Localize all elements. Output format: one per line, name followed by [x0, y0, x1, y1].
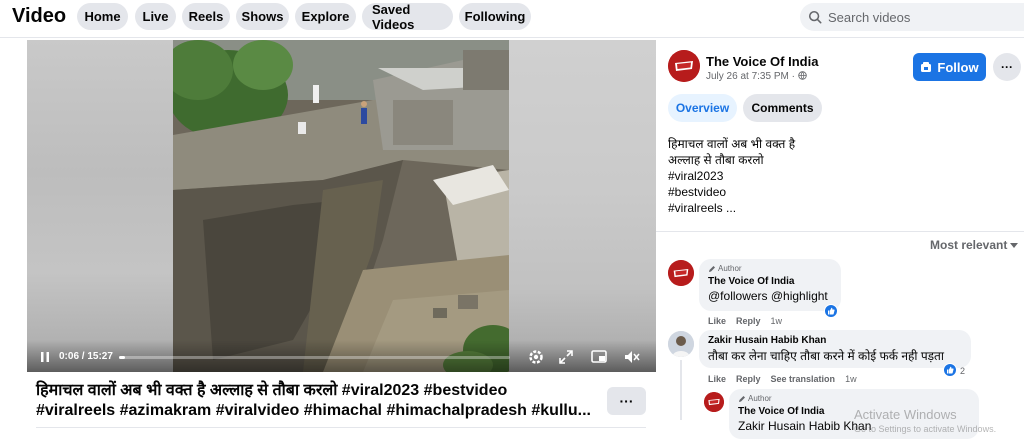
- time-display: 0:06 / 15:27: [59, 351, 113, 362]
- follow-button[interactable]: Follow: [913, 53, 986, 81]
- avatar[interactable]: [668, 260, 694, 286]
- reply-thread-line: [680, 360, 682, 420]
- comment-text: @followers @highlight: [708, 289, 828, 303]
- follow-page-icon: [921, 62, 932, 72]
- comment-bubble: Zakir Husain Habib Khan तौबा कर लेना चाह…: [699, 330, 971, 368]
- search-placeholder: Search videos: [828, 9, 911, 25]
- mute-volume-icon[interactable]: [623, 348, 641, 366]
- comment-author[interactable]: Zakir Husain Habib Khan: [708, 335, 962, 346]
- author-tag-label: Author: [748, 394, 772, 403]
- hashtag-link[interactable]: #bestvideo: [668, 184, 795, 200]
- avatar[interactable]: [668, 331, 694, 357]
- nav-shows[interactable]: Shows: [236, 3, 289, 30]
- comment-time[interactable]: 1w: [845, 374, 857, 384]
- author-tag: Author: [738, 394, 970, 403]
- globe-icon: [797, 71, 807, 80]
- progress-fill: [119, 356, 125, 359]
- tab-overview[interactable]: Overview: [668, 94, 737, 122]
- post-options-button[interactable]: ···: [993, 53, 1021, 81]
- thumbs-up-icon: [947, 366, 954, 374]
- nav-reels[interactable]: Reels: [182, 3, 230, 30]
- page-avatar[interactable]: [668, 50, 700, 82]
- tab-comments[interactable]: Comments: [743, 94, 822, 122]
- description-line: हिमाचल वालों अब भी वक्त है: [668, 137, 796, 151]
- comment-time[interactable]: 1w: [771, 316, 783, 326]
- fullscreen-expand-icon[interactable]: [557, 348, 575, 366]
- pencil-icon: [709, 265, 715, 272]
- comment-bubble: Author The Voice Of India @followers @hi…: [699, 259, 841, 311]
- voice-logo-icon: [668, 260, 694, 286]
- comment-author[interactable]: The Voice Of India: [708, 276, 832, 287]
- title-divider: [36, 427, 646, 428]
- nav-following[interactable]: Following: [459, 3, 531, 30]
- nav-saved-videos[interactable]: Saved Videos: [362, 2, 453, 32]
- description-line: अल्लाह से तौबा करलो: [668, 153, 764, 167]
- reply-button[interactable]: Reply: [736, 316, 761, 326]
- landslide-scene: [173, 40, 509, 372]
- nav-live[interactable]: Live: [135, 3, 176, 30]
- activate-windows-subtext: Go to Settings to activate Windows.: [854, 424, 997, 434]
- post-timestamp: July 26 at 7:35 PM ·: [706, 71, 807, 82]
- like-button[interactable]: Like: [708, 316, 726, 326]
- video-title-line-2: #viralreels #azimakram #viralvideo #hima…: [36, 402, 591, 419]
- pencil-icon: [739, 395, 745, 402]
- like-button[interactable]: Like: [708, 374, 726, 384]
- video-blur-right: [509, 40, 656, 372]
- post-side-panel: The Voice Of India July 26 at 7:35 PM · …: [656, 38, 1024, 439]
- comment-actions: Like Reply 1w: [708, 316, 782, 326]
- page-name[interactable]: The Voice Of India: [706, 54, 818, 69]
- comment-text: तौबा कर लेना चाहिए तौबा करने में कोई फर्…: [708, 349, 944, 363]
- video-title: हिमाचल वालों अब भी वक्त है अल्लाह से तौब…: [36, 381, 596, 421]
- page-title: Video: [12, 5, 67, 27]
- search-input[interactable]: Search videos: [800, 3, 1024, 31]
- post-description: हिमाचल वालों अब भी वक्त है अल्लाह से तौब…: [668, 136, 795, 216]
- video-title-line-1: हिमाचल वालों अब भी वक्त है अल्लाह से तौब…: [36, 382, 508, 399]
- activate-windows-watermark: Activate Windows: [854, 407, 957, 422]
- sort-dropdown[interactable]: Most relevant: [930, 238, 1007, 252]
- hashtag-link[interactable]: #viral2023: [668, 168, 795, 184]
- voice-logo-icon: [668, 50, 700, 82]
- chevron-down-icon[interactable]: [1010, 243, 1018, 248]
- progress-bar[interactable]: [119, 356, 510, 359]
- video-more-options-button[interactable]: ···: [607, 387, 646, 415]
- voice-logo-icon: [704, 392, 724, 412]
- video-player[interactable]: 0:06 / 15:27: [27, 40, 656, 372]
- post-time-text: July 26 at 7:35 PM ·: [706, 71, 798, 82]
- like-reaction-icon[interactable]: [943, 363, 957, 377]
- picture-in-picture-icon[interactable]: [590, 348, 608, 366]
- video-blur-left: [27, 40, 173, 372]
- thumbs-up-icon: [828, 307, 835, 315]
- see-translation-link[interactable]: See translation: [771, 374, 836, 384]
- video-frame: [173, 40, 509, 372]
- top-bar: Video Home Live Reels Shows Explore Save…: [0, 0, 1024, 34]
- reply-button[interactable]: Reply: [736, 374, 761, 384]
- nav-explore[interactable]: Explore: [295, 3, 356, 30]
- like-reaction-icon[interactable]: [824, 304, 838, 318]
- user-photo-icon: [668, 331, 694, 357]
- search-icon: [808, 10, 822, 24]
- like-count: 2: [960, 366, 966, 376]
- avatar[interactable]: [704, 392, 724, 412]
- hashtag-link[interactable]: #viralreels ...: [668, 200, 795, 216]
- author-tag: Author: [708, 264, 832, 273]
- nav-home[interactable]: Home: [77, 3, 128, 30]
- settings-gear-icon[interactable]: [527, 348, 545, 366]
- author-tag-label: Author: [718, 264, 742, 273]
- pause-icon[interactable]: [39, 351, 51, 363]
- section-divider: [656, 231, 1024, 232]
- follow-label: Follow: [937, 59, 979, 75]
- comment-actions: Like Reply See translation 1w: [708, 374, 857, 384]
